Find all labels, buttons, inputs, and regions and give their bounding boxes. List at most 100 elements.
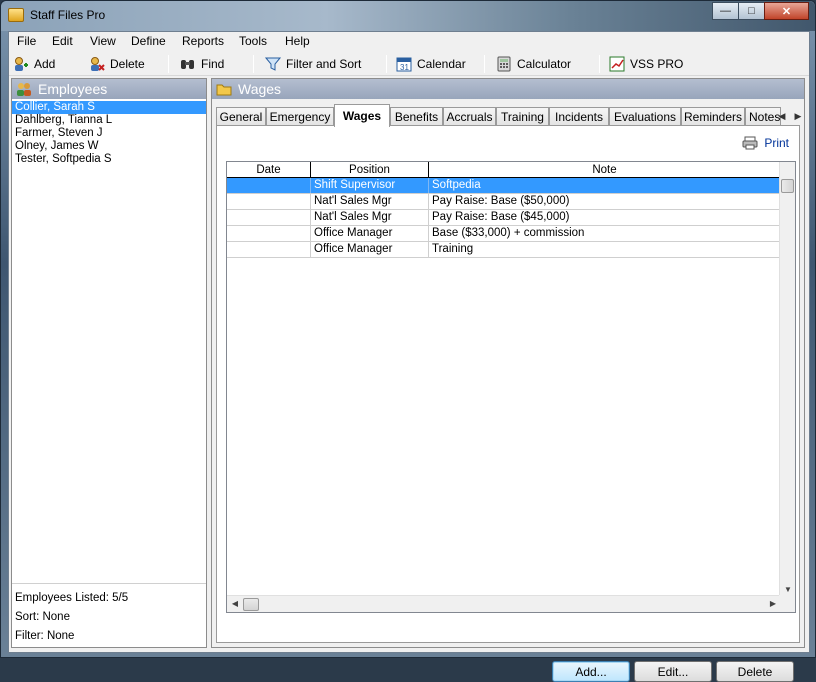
menu-file[interactable]: File (17, 34, 36, 48)
minimize-button[interactable]: — (712, 2, 739, 20)
add-label: Add (34, 57, 56, 71)
tab-accruals[interactable]: Accruals (443, 107, 496, 126)
delete-label: Delete (110, 57, 145, 71)
printer-icon (742, 136, 758, 150)
scroll-left-icon[interactable]: ◀ (228, 599, 242, 608)
title-bar[interactable]: Staff Files Pro — □ ✕ (1, 1, 815, 31)
tab-wages[interactable]: Wages (334, 104, 390, 127)
wages-tab-content: Print Date Position Note Shift Superviso… (216, 125, 800, 682)
vertical-scrollbar[interactable]: ▼ (779, 162, 795, 596)
column-header-position[interactable]: Position (311, 162, 429, 178)
add-wage-button[interactable]: Add... (552, 661, 630, 682)
table-row[interactable]: Office Manager Training (227, 242, 781, 258)
binoculars-icon (180, 56, 196, 72)
grid-header: Date Position Note (227, 162, 781, 178)
wages-panel: Wages General Emergency Wages Benefits A… (211, 78, 806, 682)
toolbar-separator (484, 55, 485, 73)
wages-title: Wages (238, 81, 282, 97)
note-cell: Pay Raise: Base ($50,000) (429, 194, 781, 209)
filter-status: Filter: None (15, 630, 75, 642)
tab-incidents[interactable]: Incidents (549, 107, 609, 126)
menu-edit[interactable]: Edit (52, 34, 73, 48)
toolbar-separator (386, 55, 387, 73)
horizontal-scroll-thumb[interactable] (243, 598, 259, 611)
tab-benefits[interactable]: Benefits (390, 107, 443, 126)
table-row[interactable]: Nat'l Sales Mgr Pay Raise: Base ($50,000… (227, 194, 781, 210)
vss-pro-label: VSS PRO (630, 57, 684, 71)
tab-evaluations[interactable]: Evaluations (609, 107, 681, 126)
find-button[interactable]: Find (180, 55, 224, 73)
delete-button[interactable]: Delete (89, 55, 145, 73)
filter-sort-button[interactable]: Filter and Sort (264, 55, 362, 73)
table-row[interactable]: Shift Supervisor Softpedia (227, 178, 781, 194)
add-user-icon (13, 56, 29, 72)
find-label: Find (201, 57, 225, 71)
svg-text:31: 31 (400, 63, 409, 72)
add-button[interactable]: Add (13, 55, 55, 73)
horizontal-scrollbar[interactable]: ◀ ▶ (227, 595, 781, 612)
wages-header: Wages (212, 79, 804, 99)
delete-wage-button[interactable]: Delete (716, 661, 794, 682)
toolbar-separator (253, 55, 254, 73)
tab-emergency[interactable]: Emergency (266, 107, 334, 126)
edit-wage-button[interactable]: Edit... (634, 661, 712, 682)
employee-list-item[interactable]: Collier, Sarah S (12, 101, 206, 114)
menu-view[interactable]: View (90, 34, 116, 48)
window-controls: — □ ✕ (712, 2, 809, 20)
vertical-scroll-thumb[interactable] (781, 179, 794, 193)
menu-bar: File Edit View Define Reports Tools Help (9, 32, 809, 52)
toolbar: Add Delete Find Filter and Sort 31 Calen… (9, 52, 809, 76)
toolbar-separator (599, 55, 600, 73)
table-row[interactable]: Nat'l Sales Mgr Pay Raise: Base ($45,000… (227, 210, 781, 226)
menu-tools[interactable]: Tools (239, 34, 267, 48)
position-cell: Shift Supervisor (311, 178, 429, 193)
table-row[interactable]: Office Manager Base ($33,000) + commissi… (227, 226, 781, 242)
employees-panel: Employees Collier, Sarah S Dahlberg, Tia… (11, 78, 207, 648)
tab-reminders[interactable]: Reminders (681, 107, 745, 126)
folder-icon (216, 81, 232, 97)
employee-list-item[interactable]: Farmer, Steven J (12, 127, 206, 140)
date-cell (227, 242, 311, 257)
maximize-button[interactable]: □ (738, 2, 765, 20)
date-cell (227, 226, 311, 241)
close-button[interactable]: ✕ (764, 2, 809, 20)
wages-grid: Date Position Note Shift Supervisor Soft… (226, 161, 796, 613)
tab-scroll-right-icon[interactable]: ▶ (790, 107, 806, 125)
scroll-right-icon[interactable]: ▶ (766, 599, 780, 608)
funnel-icon (264, 56, 282, 72)
tab-strip: General Emergency Wages Benefits Accrual… (216, 104, 806, 127)
employees-listed-count: Employees Listed: 5/5 (15, 592, 129, 604)
grid-rows: Shift Supervisor Softpedia Nat'l Sales M… (227, 178, 781, 258)
position-cell: Office Manager (311, 226, 429, 241)
tab-scroll-left-icon[interactable]: ◀ (774, 107, 790, 125)
tab-training[interactable]: Training (496, 107, 549, 126)
menu-define[interactable]: Define (131, 34, 166, 48)
client-area: File Edit View Define Reports Tools Help… (8, 31, 810, 682)
vss-pro-button[interactable]: VSS PRO (609, 55, 683, 73)
date-cell (227, 194, 311, 209)
position-cell: Nat'l Sales Mgr (311, 194, 429, 209)
column-header-note[interactable]: Note (429, 162, 781, 178)
calendar-button[interactable]: 31 Calendar (396, 55, 466, 73)
menu-reports[interactable]: Reports (182, 34, 224, 48)
employee-list: Collier, Sarah S Dahlberg, Tianna L Farm… (12, 101, 206, 166)
print-label: Print (764, 136, 789, 150)
column-header-date[interactable]: Date (227, 162, 311, 178)
employee-list-item[interactable]: Olney, James W (12, 140, 206, 153)
note-cell: Base ($33,000) + commission (429, 226, 781, 241)
scroll-down-icon[interactable]: ▼ (781, 585, 795, 594)
tab-general[interactable]: General (216, 107, 266, 126)
scrollbar-corner (779, 595, 795, 612)
print-button[interactable]: Print (742, 136, 789, 150)
sort-status: Sort: None (15, 611, 70, 623)
menu-help[interactable]: Help (285, 34, 310, 48)
employees-header: Employees (12, 79, 206, 99)
employee-list-item[interactable]: Dahlberg, Tianna L (12, 114, 206, 127)
app-window: Staff Files Pro — □ ✕ File Edit View Def… (0, 0, 816, 682)
filter-sort-label: Filter and Sort (286, 57, 362, 71)
employee-list-item[interactable]: Tester, Softpedia S (12, 153, 206, 166)
calculator-label: Calculator (517, 57, 572, 71)
calculator-button[interactable]: Calculator (496, 55, 571, 73)
note-cell: Pay Raise: Base ($45,000) (429, 210, 781, 225)
delete-user-icon (89, 56, 105, 72)
